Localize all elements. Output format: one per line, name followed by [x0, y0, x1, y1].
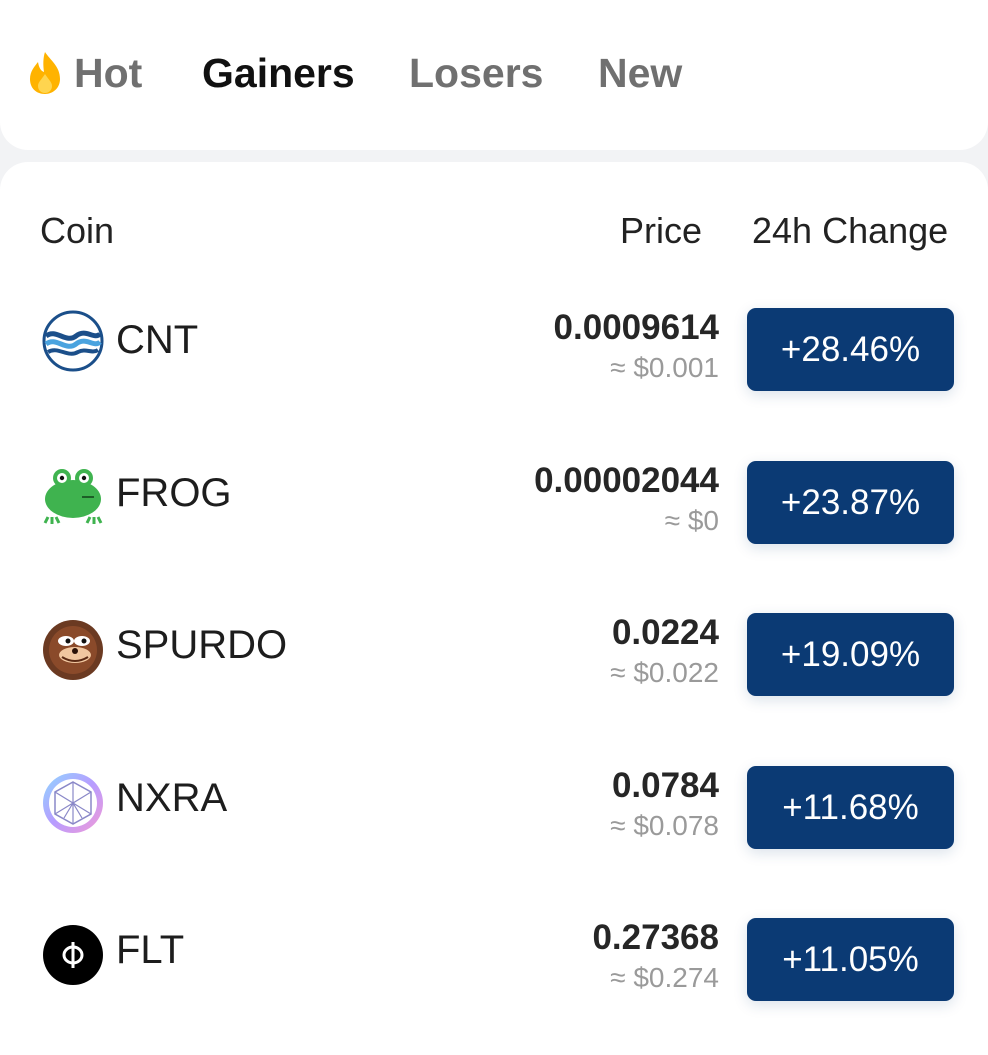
coin-symbol: FROG: [116, 471, 232, 515]
change-button[interactable]: +11.68%: [747, 766, 954, 849]
tab-hot[interactable]: Hot: [24, 48, 142, 98]
tab-losers[interactable]: Losers: [409, 48, 543, 98]
coin-symbol: NXRA: [116, 776, 228, 820]
tab-new[interactable]: New: [598, 48, 682, 98]
frog-icon: [42, 463, 104, 525]
column-header-24h-change[interactable]: 24h Change: [752, 210, 948, 252]
coin-row-frog[interactable]: FROG 0.00002044 ≈ $0 +23.87%: [0, 453, 988, 553]
coin-price: 0.27368: [592, 918, 719, 957]
coin-price-usd: ≈ $0.001: [610, 352, 719, 383]
cnt-wave-icon: [42, 310, 104, 372]
change-button[interactable]: +11.05%: [747, 918, 954, 1001]
spurdo-bear-icon: [42, 619, 104, 681]
coin-price-usd: ≈ $0: [664, 505, 719, 536]
coin-price-usd: ≈ $0.022: [610, 657, 719, 688]
coin-row-spurdo[interactable]: SPURDO 0.0224 ≈ $0.022 +19.09%: [0, 605, 988, 705]
flt-phi-icon: [42, 924, 104, 986]
change-button[interactable]: +19.09%: [747, 613, 954, 696]
column-header-price: Price: [620, 210, 703, 251]
nxra-crystal-icon: [42, 772, 104, 834]
coin-symbol: SPURDO: [116, 623, 288, 667]
coin-row-flt[interactable]: FLT 0.27368 ≈ $0.274 +11.05%: [0, 910, 988, 1010]
tab-gainers[interactable]: Gainers: [202, 48, 355, 98]
coin-price: 0.00002044: [534, 461, 719, 500]
coin-symbol: FLT: [116, 928, 185, 972]
column-header-coin: Coin: [40, 210, 115, 251]
change-button[interactable]: +28.46%: [747, 308, 954, 391]
coin-price: 0.0224: [611, 613, 719, 652]
tab-bar: Hot Gainers Losers New: [0, 0, 988, 150]
coin-price-usd: ≈ $0.274: [610, 962, 719, 993]
coin-price-usd: ≈ $0.078: [610, 810, 719, 841]
coin-row-cnt[interactable]: CNT 0.0009614 ≈ $0.001 +28.46%: [0, 300, 988, 400]
change-button[interactable]: +23.87%: [747, 461, 954, 544]
fire-icon: [30, 52, 60, 94]
coin-symbol: CNT: [116, 318, 199, 362]
coin-price: 0.0784: [611, 766, 719, 805]
coin-price: 0.0009614: [553, 308, 719, 347]
tab-hot-label: Hot: [74, 49, 143, 96]
coin-row-nxra[interactable]: NXRA 0.0784 ≈ $0.078 +11.68%: [0, 758, 988, 858]
